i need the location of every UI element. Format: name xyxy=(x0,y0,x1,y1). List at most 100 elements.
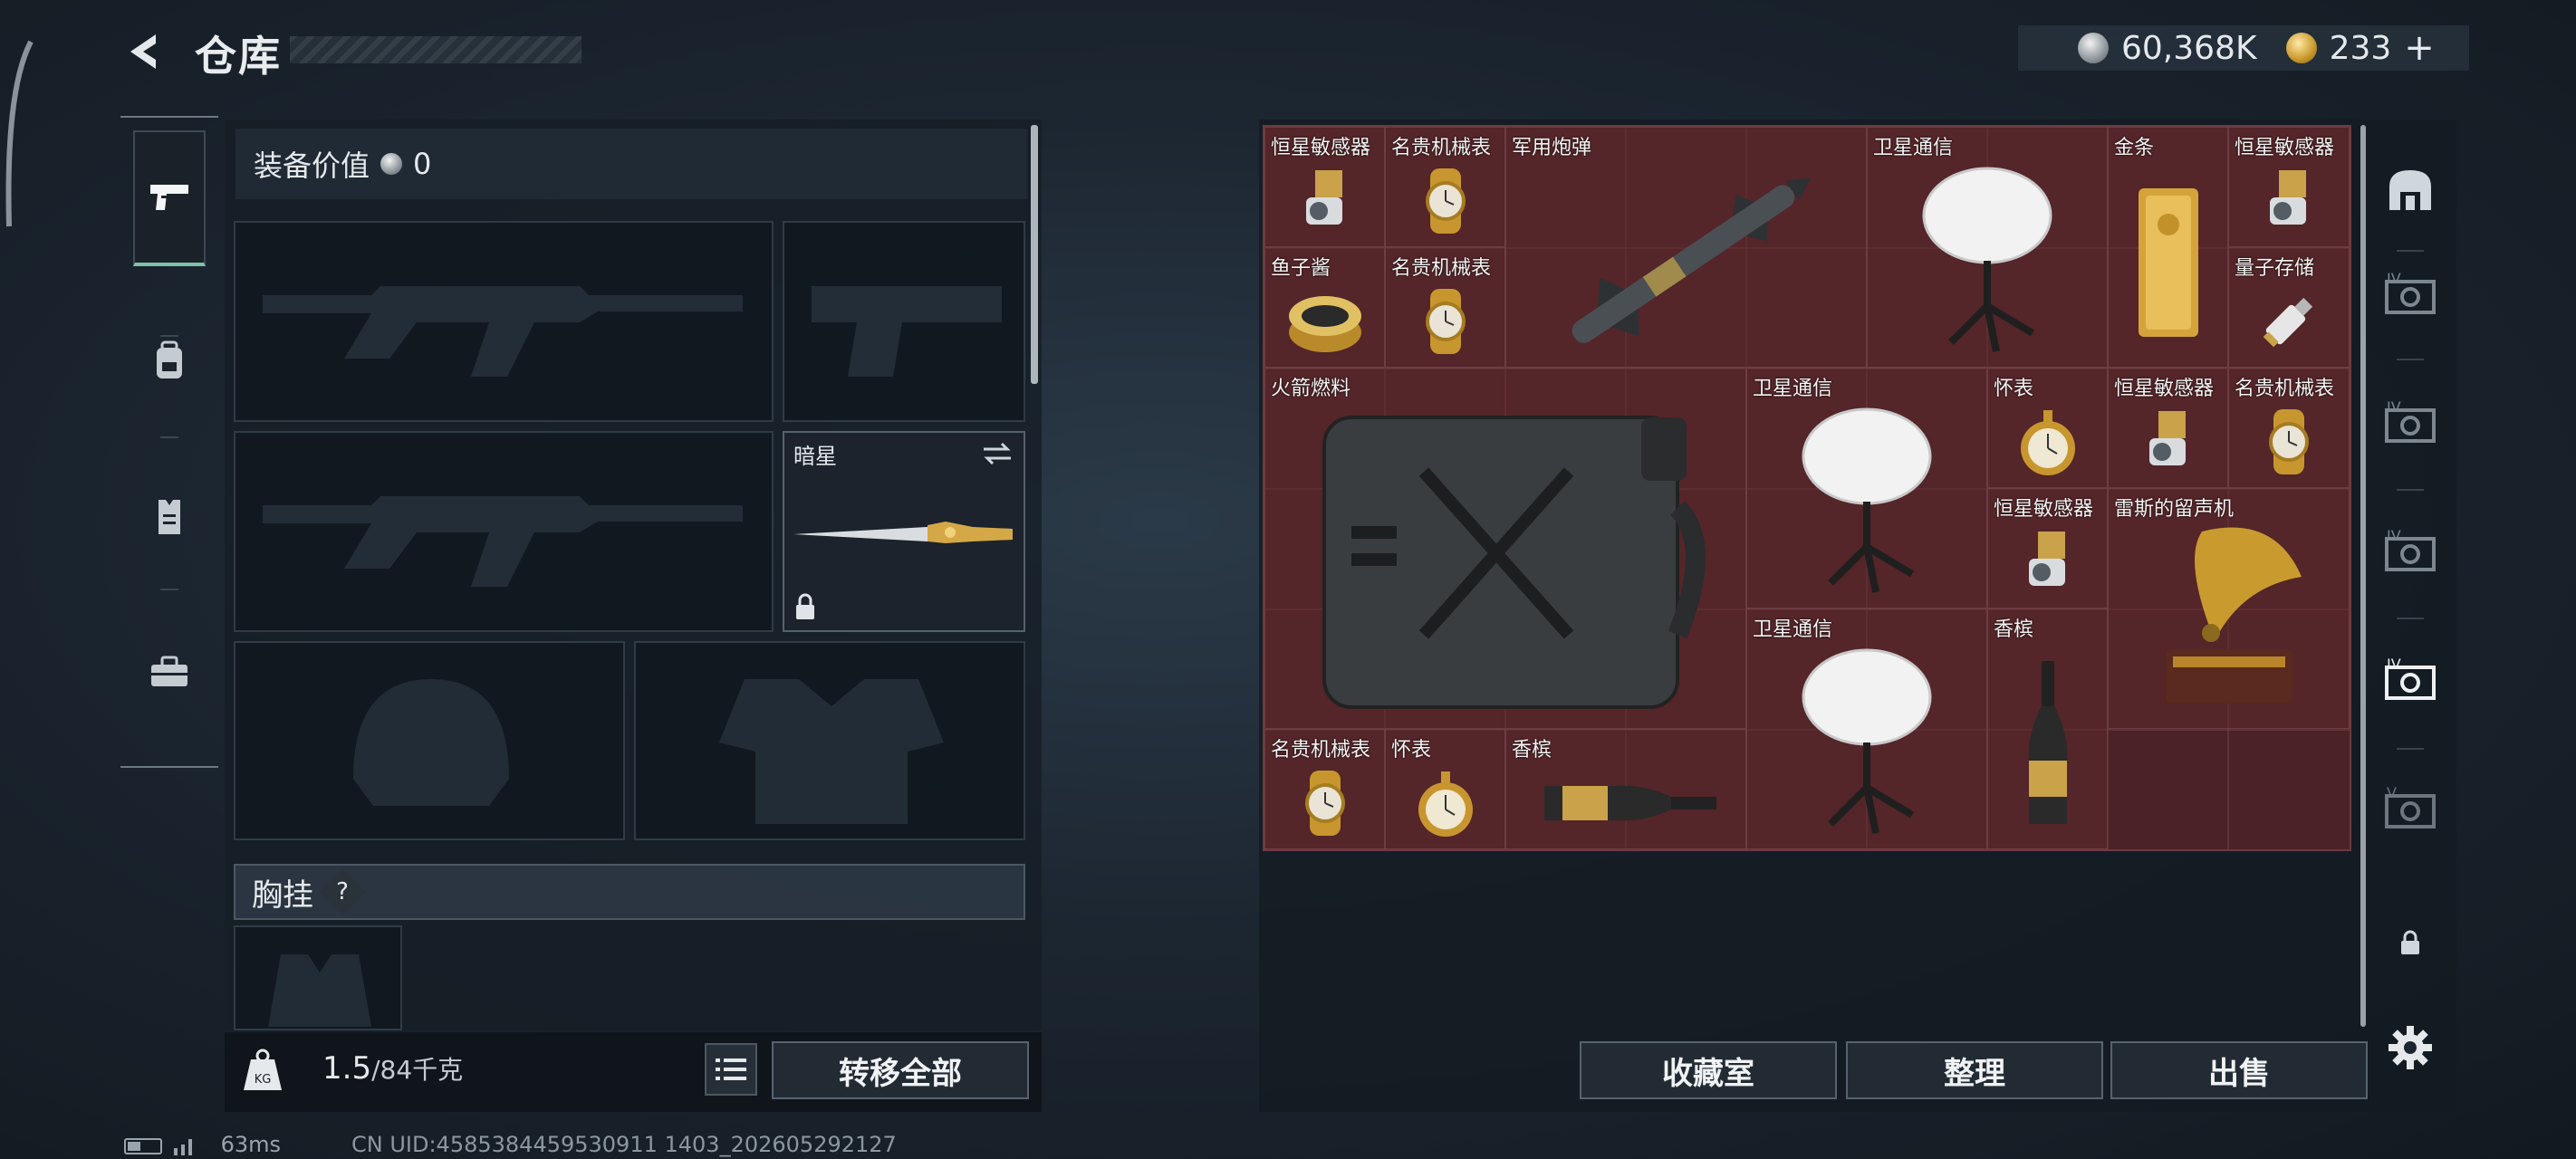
svg-text:IV: IV xyxy=(2387,273,2401,287)
edge-arc xyxy=(5,40,34,227)
collection-room-button[interactable]: 收藏室 xyxy=(1580,1041,1837,1099)
rail-tab-vest[interactable] xyxy=(133,480,206,552)
stash-item[interactable]: 怀表 xyxy=(1987,368,2108,488)
svg-text:IV: IV xyxy=(2387,401,2401,416)
melee-slot[interactable]: 暗星 xyxy=(783,431,1025,632)
stash-item[interactable]: 名贵机械表 xyxy=(1385,127,1505,247)
sidebar-tab-crate-5[interactable]: V xyxy=(2380,781,2440,840)
page-title: 仓库 xyxy=(195,32,282,81)
sensor-icon xyxy=(2148,410,2186,465)
equipment-scrollbar[interactable] xyxy=(1031,125,1038,384)
gold-amount: 233 xyxy=(2329,29,2392,67)
stash-item[interactable]: 名贵机械表 xyxy=(2228,368,2350,488)
watch-icon xyxy=(2269,408,2309,474)
weight-icon: KG xyxy=(244,1049,282,1090)
champagne-icon xyxy=(1544,785,1716,820)
stash-item[interactable]: 军用炮弹 xyxy=(1505,127,1867,368)
stash-item[interactable]: 卫星通信 xyxy=(1746,368,1987,608)
svg-text:V: V xyxy=(2387,787,2397,801)
missile-icon xyxy=(1572,177,1811,343)
sidebar-tab-crate-1[interactable]: IV xyxy=(2380,266,2440,326)
chest-rig-slot[interactable] xyxy=(234,925,402,1030)
stash-item[interactable]: 名贵机械表 xyxy=(1264,729,1385,849)
connection-status: 63ms xyxy=(123,1132,281,1157)
lock-icon xyxy=(2401,930,2419,954)
stash-item[interactable]: 恒星敏感器 xyxy=(1987,488,2108,608)
player-uid: CN UID:4585384459530911 1403_20260529212… xyxy=(351,1132,897,1157)
stash-item[interactable]: 香槟 xyxy=(1987,608,2108,849)
stash-scrollbar[interactable] xyxy=(2360,125,2366,1027)
secondary-weapon-slot[interactable] xyxy=(234,431,774,632)
backpack-icon xyxy=(157,340,182,378)
watch-icon xyxy=(1425,168,1466,234)
armor-silhouette-icon xyxy=(719,679,944,824)
list-view-button[interactable] xyxy=(705,1043,757,1096)
primary-weapon-slot[interactable] xyxy=(234,221,774,422)
back-button[interactable] xyxy=(120,27,168,76)
help-icon[interactable]: ? xyxy=(319,868,366,915)
rifle-silhouette-icon xyxy=(263,496,743,587)
transfer-all-button[interactable]: 转移全部 xyxy=(772,1041,1029,1099)
chevron-left-icon xyxy=(130,34,156,69)
sidebar-tab-crate-2[interactable]: IV xyxy=(2380,395,2440,455)
svg-text:IV: IV xyxy=(2387,530,2401,544)
satellite-dish-icon xyxy=(1802,648,1932,834)
silver-amount: 60,368K xyxy=(2121,29,2257,67)
caviar-icon xyxy=(1288,295,1361,352)
sidebar-tab-armory[interactable] xyxy=(2380,161,2440,221)
tier-iv-crate-icon: IV xyxy=(2385,273,2436,314)
tier-v-crate-icon: V xyxy=(2385,787,2436,829)
watch-icon xyxy=(1425,288,1466,354)
lock-icon xyxy=(796,593,814,619)
pistol-icon xyxy=(150,185,188,210)
armory-icon xyxy=(2389,170,2431,210)
stash-item[interactable]: 金条 xyxy=(2108,127,2228,368)
add-gold-button[interactable]: + xyxy=(2404,27,2435,69)
chest-rig-silhouette-icon xyxy=(268,954,371,1027)
stash-item[interactable]: 名贵机械表 xyxy=(1385,247,1505,368)
stash-item[interactable]: 雷斯的留声机 xyxy=(2108,488,2350,729)
swap-icon[interactable] xyxy=(980,440,1014,467)
rifle-silhouette-icon xyxy=(263,286,743,377)
tier-iv-crate-icon: IV xyxy=(2385,658,2436,700)
rail-tab-toolbox[interactable] xyxy=(133,636,206,708)
battery-signal-icon xyxy=(124,1138,192,1155)
stash-item[interactable]: 火箭燃料 xyxy=(1264,368,1746,729)
sort-button[interactable]: 整理 xyxy=(1846,1041,2103,1099)
stash-item[interactable]: 恒星敏感器 xyxy=(2228,127,2350,247)
tier-iv-crate-icon: IV xyxy=(2385,401,2436,443)
stash-item[interactable]: 恒星敏感器 xyxy=(1264,127,1385,247)
silver-coin-icon xyxy=(2078,33,2109,63)
settings-button[interactable] xyxy=(2380,1018,2440,1078)
jerrycan-icon xyxy=(1322,415,1706,709)
sidebar-tab-crate-4[interactable]: IV xyxy=(2380,652,2440,712)
sensor-icon xyxy=(1305,169,1342,225)
gramophone-icon xyxy=(2165,527,2302,704)
stash-item[interactable]: 鱼子酱 xyxy=(1264,247,1385,368)
stash-item[interactable]: 卫星通信 xyxy=(1746,608,1987,849)
weight-max: /84千克 xyxy=(371,1055,464,1085)
knife-icon xyxy=(793,522,1013,543)
stash-item[interactable]: 香槟 xyxy=(1505,729,1746,849)
stash-item[interactable]: 怀表 xyxy=(1385,729,1505,849)
stash-item[interactable]: 量子存储 xyxy=(2228,247,2350,368)
armor-slot[interactable] xyxy=(634,641,1025,840)
gold-bar-icon xyxy=(2138,188,2198,337)
stash-item[interactable]: 恒星敏感器 xyxy=(2108,368,2228,488)
equipment-value-label: 装备价值 xyxy=(254,148,370,183)
sidearm-slot[interactable] xyxy=(783,221,1025,422)
weight-readout: 1.5/84千克 xyxy=(322,1050,463,1087)
weight-current: 1.5 xyxy=(322,1050,372,1087)
rail-tab-weapons[interactable] xyxy=(133,130,206,266)
sidebar-tab-crate-3[interactable]: IV xyxy=(2380,523,2440,583)
stash-item[interactable]: 卫星通信 xyxy=(1867,127,2108,368)
sell-button[interactable]: 出售 xyxy=(2110,1041,2368,1099)
vest-icon xyxy=(159,500,180,534)
pocket-watch-icon xyxy=(1418,771,1473,837)
rail-tab-backpack[interactable] xyxy=(133,324,206,397)
title-decoration xyxy=(290,36,582,63)
helmet-slot[interactable] xyxy=(234,641,625,840)
equipment-value: 装备价值 0 xyxy=(235,129,1027,199)
currency-bar: 60,368K 233 + xyxy=(2018,25,2469,71)
toolbox-icon xyxy=(151,656,187,686)
